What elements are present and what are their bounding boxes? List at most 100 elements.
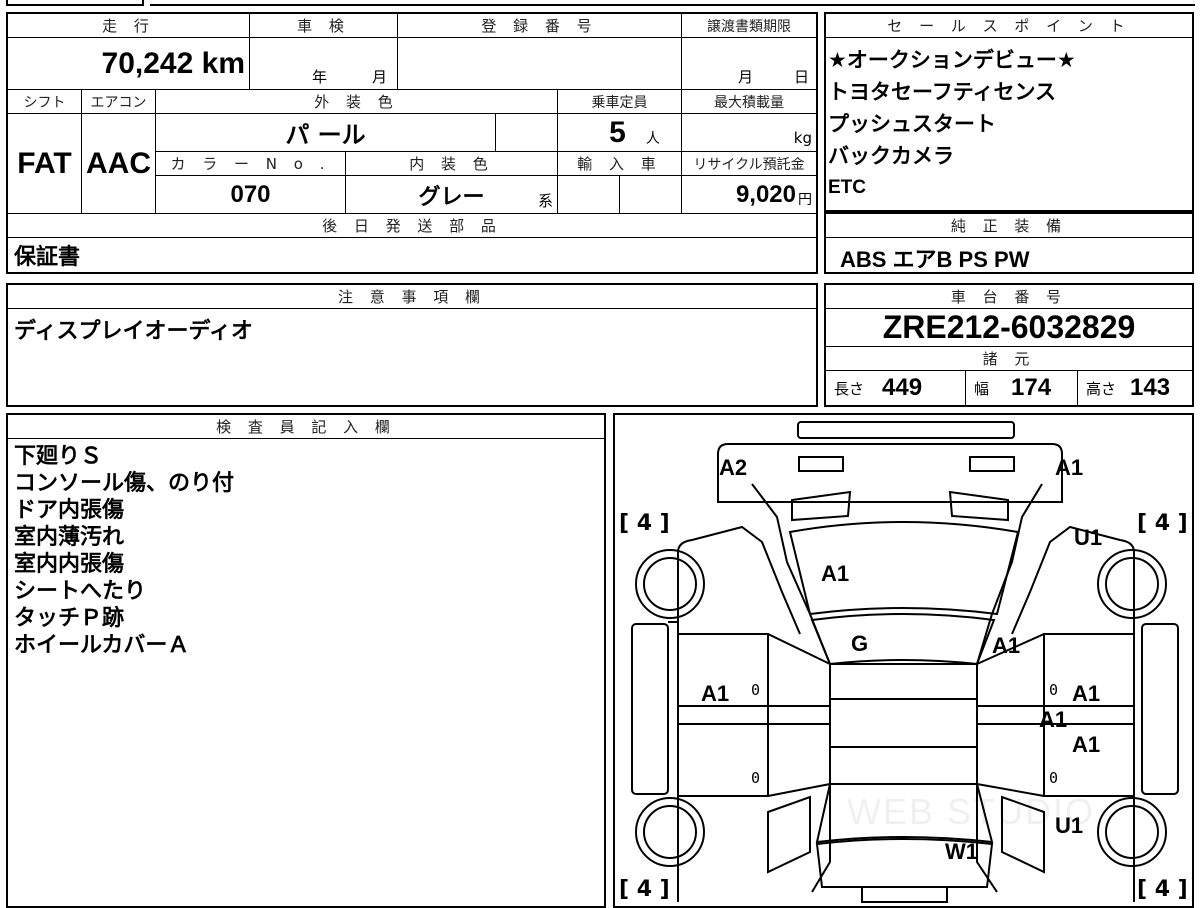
exterior-color-value: パ ール [285, 121, 366, 149]
sales-point-item: ★オークションデビュー★ [828, 48, 1076, 72]
shift-header: シフト [8, 90, 82, 114]
standard-equipment-value: ABS エアB PS PW [840, 247, 1030, 272]
chassis-value-cell: ZRE212-6032829 [826, 309, 1192, 347]
tire-rear-right: [ 4 ] [1137, 877, 1188, 902]
inspector-header: 検 査 員 記 入 欄 [8, 415, 604, 439]
damage-front-right: A1 [1055, 455, 1084, 480]
colorno-value: 070 [230, 180, 271, 208]
sales-point-item: バックカメラ [828, 144, 954, 168]
specs-header: 諸 元 [826, 347, 1192, 371]
later-parts-value: 保証書 [14, 245, 81, 270]
top-strip [0, 0, 1200, 8]
damage-rear-glass: W1 [945, 839, 978, 864]
standard-equipment-box: 純 正 装 備 ABS エアB PS PW [824, 212, 1194, 274]
width-label: 幅 [974, 379, 990, 398]
interior-color-header: 内 装 色 [346, 152, 558, 176]
maxload-unit: kg [793, 129, 812, 147]
import-header: 輸 入 車 [558, 152, 682, 176]
sales-point-item: プッシュスタート [828, 112, 996, 136]
exterior-color-header: 外 装 色 [156, 90, 558, 114]
mileage-cell: 70,242 km [8, 38, 250, 90]
damage-front-left: A2 [719, 455, 748, 480]
chassis-number: ZRE212-6032829 [882, 309, 1136, 345]
height-value: 143 [1130, 374, 1171, 401]
vehicle-info-table: 走 行 車 検 登 録 番 号 譲渡書類期限 70,242 km 年 月 月 日… [6, 12, 818, 274]
inspector-note: 下廻りＳ [14, 444, 103, 469]
height-label: 高さ [1086, 379, 1117, 398]
transfer-deadline-header: 譲渡書類期限 [682, 14, 816, 38]
damage-fender-right: U1 [1074, 525, 1103, 550]
inspector-note: 室内薄汚れ [14, 525, 125, 550]
maxload-header: 最大積載量 [682, 90, 816, 114]
aircon-value: AAC [86, 146, 151, 180]
later-parts-header: 後 日 発 送 部 品 [8, 214, 816, 238]
transfer-month: 月 [738, 68, 754, 86]
aircon-header: エアコン [82, 90, 156, 114]
caution-box: 注 意 事 項 欄 ディスプレイオーディオ [6, 283, 818, 407]
damage-door-right-front: A1 [1072, 681, 1101, 706]
door-marker: 0 [751, 681, 761, 699]
inspector-notes: 下廻りＳ コンソール傷、のり付 ドア内張傷 室内薄汚れ 室内内張傷 シートへたり… [14, 443, 234, 659]
aircon-cell: AAC [82, 114, 156, 214]
damage-door-right-mid: A1 [1039, 707, 1068, 732]
maxload-cell: kg [682, 114, 816, 152]
inspector-note: タッチＰ跡 [14, 606, 125, 631]
length-value: 449 [882, 374, 923, 401]
sales-points-list: ★オークションデビュー★ トヨタセーフティセンス プッシュスタート バックカメラ… [828, 44, 1076, 204]
capacity-cell: 5 人 [558, 114, 682, 152]
tire-front-left: [ 4 ] [619, 511, 670, 536]
damage-hood: A1 [821, 561, 850, 586]
damage-pillar-right: A1 [992, 633, 1021, 658]
recycle-cell: 9,020 円 [682, 176, 816, 214]
exterior-color-cell: パ ール [156, 114, 496, 152]
damage-windshield: G [851, 631, 869, 656]
mileage-header: 走 行 [8, 14, 250, 38]
damage-door-right-rear: A1 [1072, 732, 1101, 757]
inspector-note: ホイールカバーＡ [14, 633, 190, 658]
interior-color-cell: グレー 系 [346, 176, 558, 214]
shift-value: FAT [17, 146, 72, 180]
sales-point-item: トヨタセーフティセンス [828, 80, 1057, 104]
inspector-note: コンソール傷、のり付 [14, 471, 235, 496]
later-parts-cell: 保証書 [8, 238, 816, 272]
tire-rear-left: [ 4 ] [619, 877, 670, 902]
inspector-note: 室内内張傷 [14, 552, 125, 577]
height-cell: 高さ 143 [1078, 371, 1192, 405]
import-cell-a [558, 176, 620, 214]
width-value: 174 [1011, 374, 1052, 401]
capacity-unit: 人 [645, 130, 660, 147]
inspector-box: 検 査 員 記 入 欄 下廻りＳ コンソール傷、のり付 ドア内張傷 室内薄汚れ … [6, 413, 606, 908]
inspector-note: ドア内張傷 [14, 498, 125, 523]
inspection-month: 月 [372, 68, 388, 86]
recycle-header: リサイクル預託金 [682, 152, 816, 176]
transfer-day: 日 [794, 68, 810, 86]
width-cell: 幅 174 [966, 371, 1078, 405]
exterior-extra-cell [496, 114, 558, 152]
car-diagram-box: [ 4 ] [ 4 ] [ 4 ] [ 4 ] A2 A1 A1 U1 G A1… [613, 413, 1194, 908]
damage-door-left: A1 [701, 681, 730, 706]
interior-color-value: グレー [418, 184, 485, 210]
inspection-year: 年 [312, 68, 328, 86]
registration-header: 登 録 番 号 [398, 14, 682, 38]
caution-value: ディスプレイオーディオ [14, 319, 253, 344]
chassis-box: 車 台 番 号 ZRE212-6032829 諸 元 長さ 449 幅 174 … [824, 283, 1194, 407]
watermark: WEB STUDIO [847, 791, 1096, 832]
recycle-value: 9,020 [735, 180, 796, 208]
colorno-header: カ ラ ー N o . [156, 152, 346, 176]
capacity-value: 5 [609, 115, 626, 149]
recycle-unit: 円 [798, 191, 812, 208]
sales-points-header: セ ー ル ス ポ イ ン ト [826, 14, 1192, 38]
inspector-note: シートへたり [14, 579, 147, 604]
capacity-header: 乗車定員 [558, 90, 682, 114]
colorno-cell: 070 [156, 176, 346, 214]
chassis-header: 車 台 番 号 [826, 285, 1192, 309]
tire-front-right: [ 4 ] [1137, 511, 1188, 536]
mileage-value: 70,242 km [101, 46, 245, 80]
caution-header: 注 意 事 項 欄 [8, 285, 816, 309]
standard-equipment-header: 純 正 装 備 [826, 214, 1192, 238]
transfer-deadline-cell: 月 日 [682, 38, 816, 90]
import-cell-b [620, 176, 682, 214]
shift-cell: FAT [8, 114, 82, 214]
interior-suffix: 系 [537, 192, 553, 210]
door-marker: 0 [1049, 769, 1059, 787]
